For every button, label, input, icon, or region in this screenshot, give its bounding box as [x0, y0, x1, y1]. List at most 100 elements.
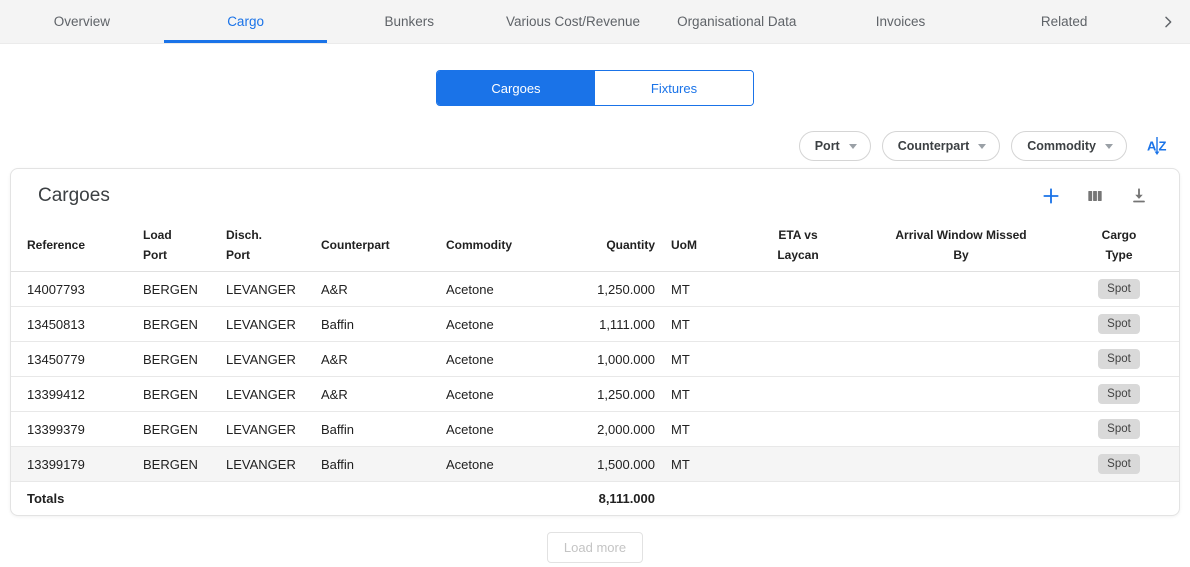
cell-arrival-window-missed-by	[863, 447, 1059, 482]
filter-row: Port Counterpart Commodity A Z	[0, 131, 1190, 161]
table-row[interactable]: 13399412BERGENLEVANGERA&RAcetone1,250.00…	[11, 377, 1179, 412]
cell-uom: MT	[663, 377, 733, 412]
cell-arrival-window-missed-by	[863, 412, 1059, 447]
chevron-down-icon	[1105, 144, 1113, 149]
tab-related[interactable]: Related	[982, 0, 1146, 43]
column-header-uom[interactable]: UoM	[663, 219, 733, 272]
column-header-disch-port[interactable]: Disch. Port	[218, 219, 313, 272]
cell-load-port: BERGEN	[135, 272, 218, 307]
column-header-arrival-window-missed-by[interactable]: Arrival Window Missed By	[863, 219, 1059, 272]
add-cargo-button[interactable]	[1041, 186, 1061, 206]
svg-text:A: A	[1147, 139, 1157, 154]
cell-cargo-type: Spot	[1059, 307, 1179, 342]
tab-overview[interactable]: Overview	[0, 0, 164, 43]
table-row[interactable]: 13399379BERGENLEVANGERBaffinAcetone2,000…	[11, 412, 1179, 447]
filter-counterpart[interactable]: Counterpart	[882, 131, 1001, 161]
filter-label: Counterpart	[898, 139, 970, 153]
column-header-commodity[interactable]: Commodity	[438, 219, 563, 272]
cell-counterpart: A&R	[313, 377, 438, 412]
cell-quantity: 1,250.000	[563, 377, 663, 412]
column-header-load-port[interactable]: Load Port	[135, 219, 218, 272]
cell-commodity: Acetone	[438, 342, 563, 377]
download-button[interactable]	[1129, 186, 1149, 206]
cell-load-port: BERGEN	[135, 447, 218, 482]
cell-counterpart: Baffin	[313, 307, 438, 342]
column-header-cargo-type[interactable]: Cargo Type	[1059, 219, 1179, 272]
top-navigation: OverviewCargoBunkersVarious Cost/Revenue…	[0, 0, 1190, 44]
tab-invoices[interactable]: Invoices	[819, 0, 983, 43]
table-row[interactable]: 13450813BERGENLEVANGERBaffinAcetone1,111…	[11, 307, 1179, 342]
filter-port[interactable]: Port	[799, 131, 871, 161]
cell-eta-vs-laycan	[733, 377, 863, 412]
cargo-type-badge: Spot	[1098, 279, 1140, 299]
cell-reference: 13399379	[11, 412, 135, 447]
cell-cargo-type: Spot	[1059, 377, 1179, 412]
cell-reference: 13450813	[11, 307, 135, 342]
column-header-eta-vs-laycan[interactable]: ETA vs Laycan	[733, 219, 863, 272]
table-row[interactable]: 14007793BERGENLEVANGERA&RAcetone1,250.00…	[11, 272, 1179, 307]
cell-commodity: Acetone	[438, 447, 563, 482]
cargo-type-badge: Spot	[1098, 419, 1140, 439]
cargo-type-badge: Spot	[1098, 454, 1140, 474]
chevron-down-icon	[849, 144, 857, 149]
sort-button[interactable]: A Z	[1146, 134, 1170, 158]
column-header-quantity[interactable]: Quantity	[563, 219, 663, 272]
cell-cargo-type: Spot	[1059, 342, 1179, 377]
table-body: 14007793BERGENLEVANGERA&RAcetone1,250.00…	[11, 272, 1179, 482]
table-row[interactable]: 13450779BERGENLEVANGERA&RAcetone1,000.00…	[11, 342, 1179, 377]
cell-arrival-window-missed-by	[863, 272, 1059, 307]
cell-cargo-type: Spot	[1059, 447, 1179, 482]
nav-tabs: OverviewCargoBunkersVarious Cost/Revenue…	[0, 0, 1146, 43]
cell-quantity: 2,000.000	[563, 412, 663, 447]
download-icon	[1129, 186, 1149, 206]
load-more-button[interactable]: Load more	[547, 532, 643, 563]
table-row[interactable]: 13399179BERGENLEVANGERBaffinAcetone1,500…	[11, 447, 1179, 482]
cell-uom: MT	[663, 272, 733, 307]
tab-cargo[interactable]: Cargo	[164, 0, 328, 43]
svg-text:Z: Z	[1159, 139, 1167, 154]
tab-organisational-data[interactable]: Organisational Data	[655, 0, 819, 43]
toggle-fixtures[interactable]: Fixtures	[595, 71, 753, 105]
filter-pills: Port Counterpart Commodity	[799, 131, 1127, 161]
filter-label: Port	[815, 139, 840, 153]
cell-arrival-window-missed-by	[863, 342, 1059, 377]
cell-counterpart: A&R	[313, 342, 438, 377]
cell-disch-port: LEVANGER	[218, 377, 313, 412]
cell-reference: 13399179	[11, 447, 135, 482]
cell-reference: 13450779	[11, 342, 135, 377]
cell-commodity: Acetone	[438, 377, 563, 412]
cargo-type-badge: Spot	[1098, 384, 1140, 404]
cell-commodity: Acetone	[438, 272, 563, 307]
tab-various-cost-revenue[interactable]: Various Cost/Revenue	[491, 0, 655, 43]
totals-row: Totals 8,111.000	[11, 482, 1179, 516]
sort-alphabetical-icon: A Z	[1146, 134, 1170, 158]
cell-quantity: 1,500.000	[563, 447, 663, 482]
cell-uom: MT	[663, 342, 733, 377]
cell-cargo-type: Spot	[1059, 272, 1179, 307]
cell-arrival-window-missed-by	[863, 377, 1059, 412]
column-header-counterpart[interactable]: Counterpart	[313, 219, 438, 272]
cell-eta-vs-laycan	[733, 307, 863, 342]
cell-disch-port: LEVANGER	[218, 342, 313, 377]
cell-commodity: Acetone	[438, 307, 563, 342]
filter-commodity[interactable]: Commodity	[1011, 131, 1127, 161]
cell-counterpart: A&R	[313, 272, 438, 307]
cargoes-table: ReferenceLoad PortDisch. PortCounterpart…	[11, 219, 1179, 515]
cell-reference: 13399412	[11, 377, 135, 412]
column-header-reference[interactable]: Reference	[11, 219, 135, 272]
cell-load-port: BERGEN	[135, 377, 218, 412]
card-actions	[1041, 186, 1149, 206]
cell-counterpart: Baffin	[313, 412, 438, 447]
cell-uom: MT	[663, 307, 733, 342]
cell-eta-vs-laycan	[733, 272, 863, 307]
columns-button[interactable]	[1085, 186, 1105, 206]
filter-label: Commodity	[1027, 139, 1096, 153]
cell-disch-port: LEVANGER	[218, 447, 313, 482]
cell-eta-vs-laycan	[733, 447, 863, 482]
tab-bunkers[interactable]: Bunkers	[327, 0, 491, 43]
cargoes-card: Cargoes	[10, 168, 1180, 516]
page-title: Cargoes	[38, 185, 110, 207]
cell-eta-vs-laycan	[733, 342, 863, 377]
toggle-cargoes[interactable]: Cargoes	[437, 71, 595, 105]
nav-more-button[interactable]	[1146, 0, 1190, 43]
